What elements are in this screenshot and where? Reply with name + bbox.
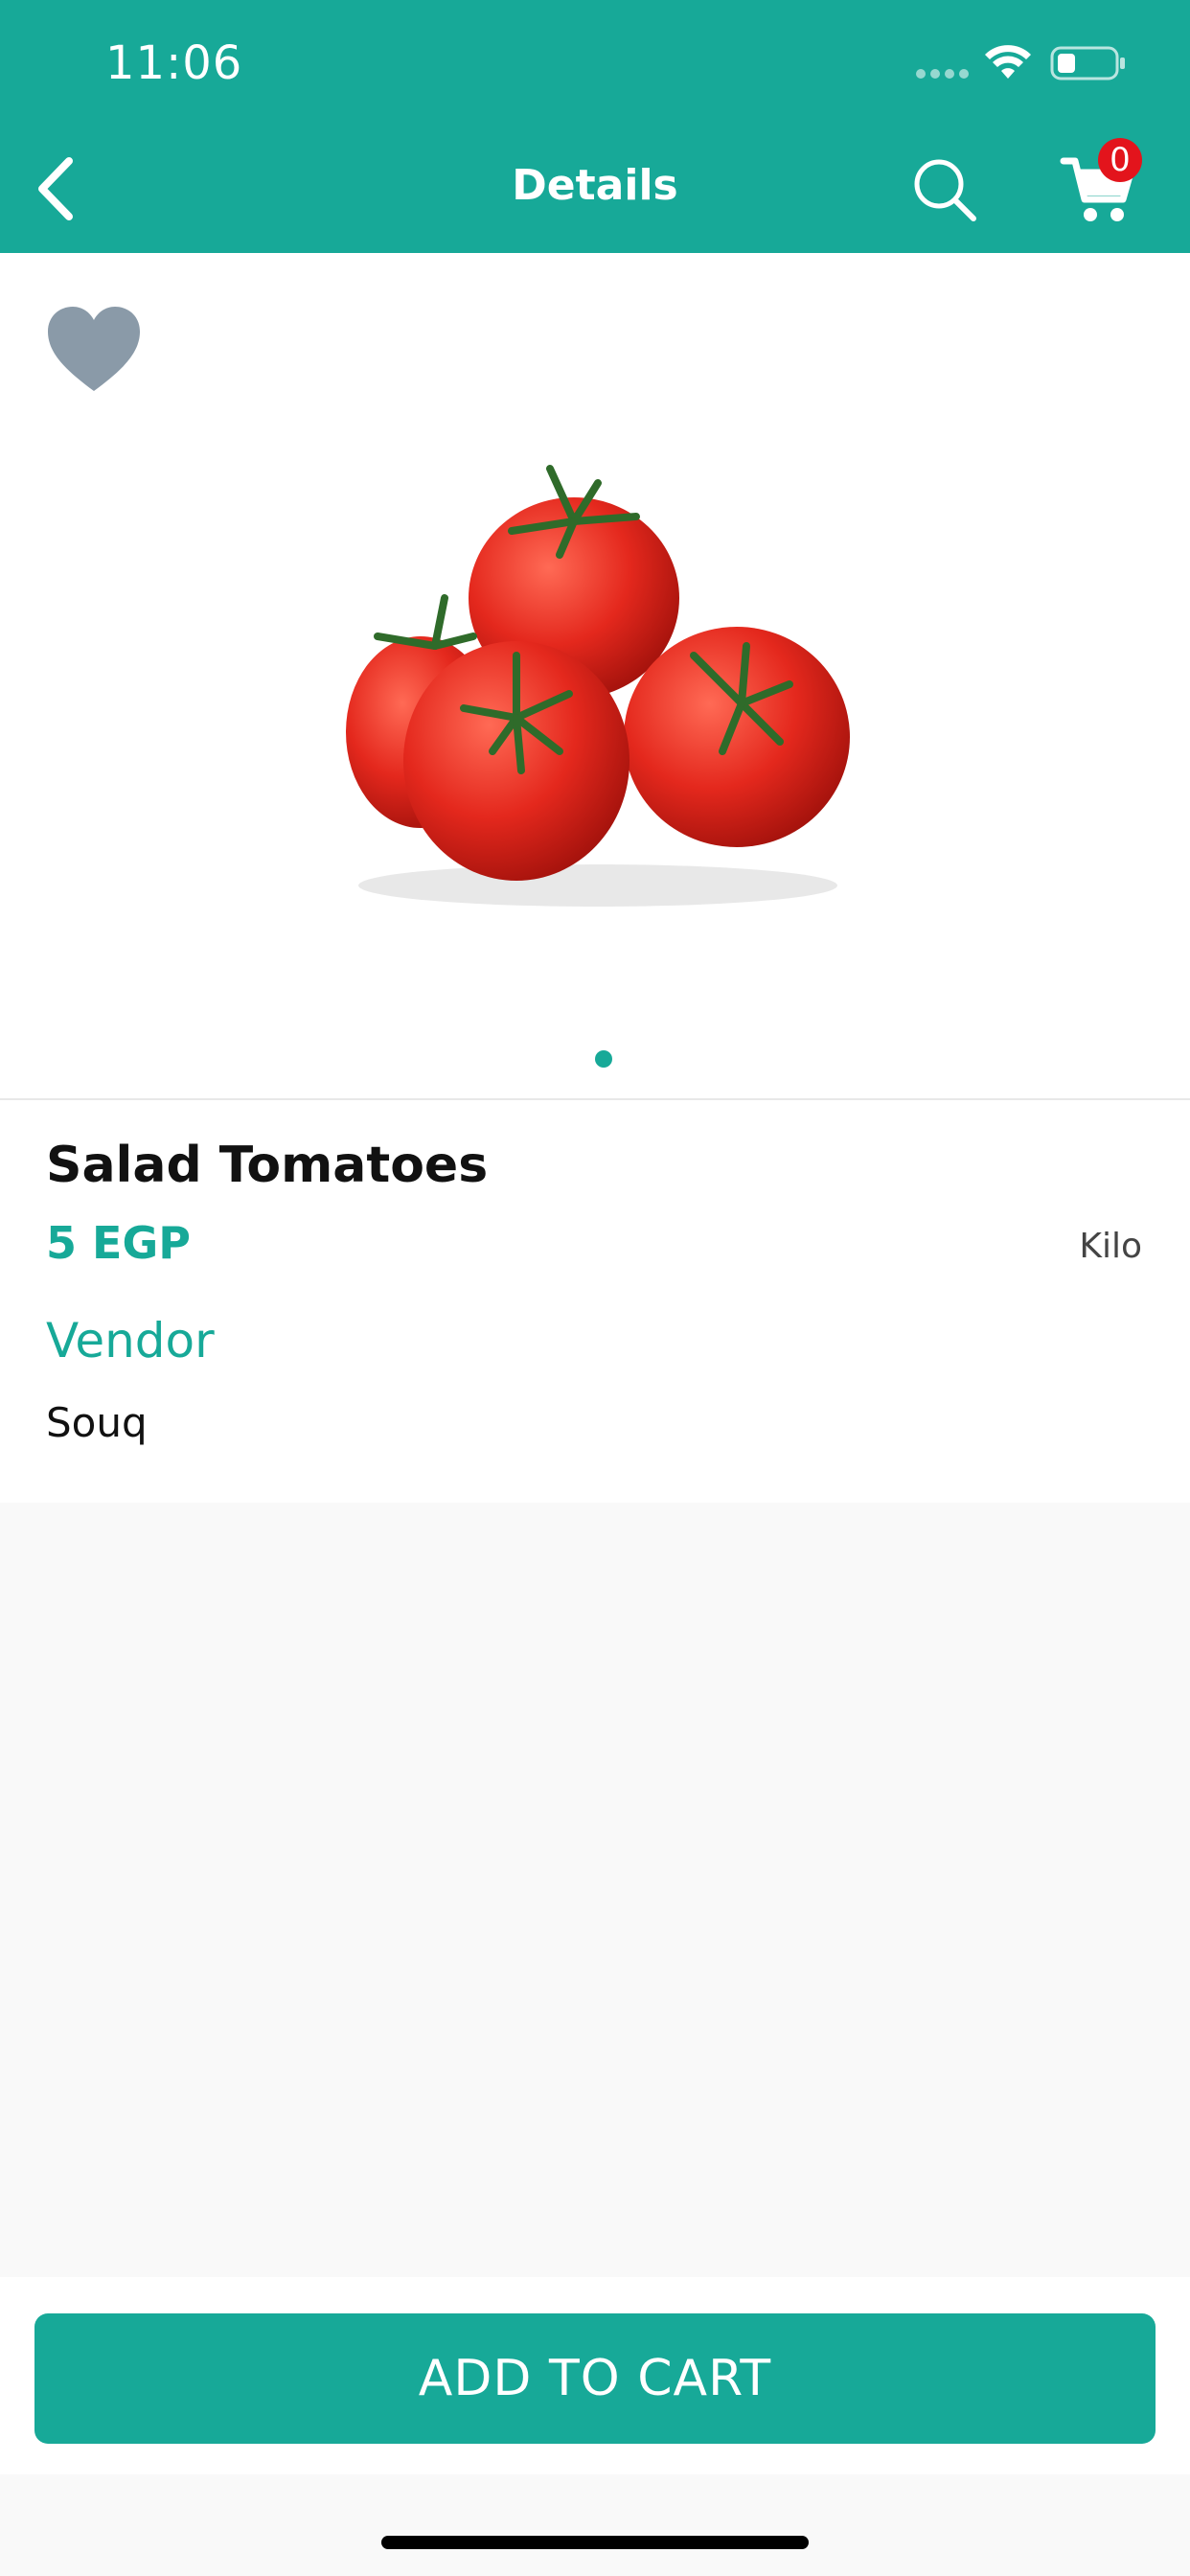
gallery-page-indicator[interactable] — [595, 1050, 612, 1068]
search-icon[interactable] — [910, 155, 977, 222]
app-header: 11:06 Details 0 — [0, 0, 1190, 253]
product-image — [346, 465, 850, 907]
cart-count-badge: 0 — [1098, 138, 1142, 182]
product-image-gallery[interactable] — [0, 253, 1190, 1098]
vendor-name: Souq — [46, 1399, 148, 1446]
bottom-action-bar: ADD TO CART — [0, 2277, 1190, 2474]
add-to-cart-button[interactable]: ADD TO CART — [34, 2313, 1156, 2444]
vendor-label: Vendor — [46, 1313, 215, 1368]
product-details-screen: 11:06 Details 0 Salad Tomatoes 5 EGP Kil… — [0, 0, 1190, 2576]
wifi-icon — [985, 45, 1031, 79]
product-price: 5 EGP — [46, 1217, 191, 1269]
signal-icon — [916, 69, 969, 79]
home-indicator[interactable] — [381, 2536, 809, 2549]
status-time: 11:06 — [105, 36, 243, 90]
heart-icon[interactable] — [46, 305, 142, 393]
battery-icon — [1050, 46, 1125, 80]
page-title: Details — [512, 161, 678, 210]
product-title: Salad Tomatoes — [46, 1137, 489, 1194]
product-unit: Kilo — [1079, 1227, 1142, 1266]
product-info-panel: Salad Tomatoes 5 EGP Kilo Vendor Souq — [0, 1100, 1190, 1503]
